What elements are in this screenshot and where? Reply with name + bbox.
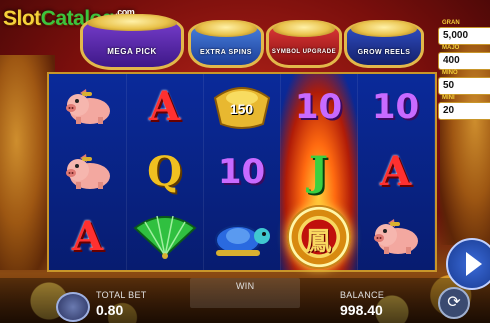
reel-column: 10 J 鳳 [280, 74, 358, 270]
pot-grow-reels: GROW REELS [344, 20, 424, 68]
total-bet-value: 0.80 [96, 302, 124, 318]
jackpot-mini-label: MINI [442, 95, 455, 101]
symbol-label: 10 [217, 151, 266, 192]
jackpot-panel: GRAN 5,000 MAJO 400 MINO 50 MINI 20 [432, 20, 490, 120]
watermark-slot: Slot [3, 7, 41, 30]
gold-rim [273, 21, 335, 37]
pot-label: EXTRA SPINS [200, 49, 252, 56]
symbol-10: 10 [357, 74, 434, 139]
autoplay-button[interactable]: ⟳ [438, 287, 470, 319]
symbol-a: A [357, 139, 434, 204]
jackpot-minor-value: 50 [438, 77, 490, 95]
symbol-q: Q [126, 139, 203, 204]
reel-column: 10 A [357, 74, 435, 270]
total-bet-label: TOTAL BET [96, 290, 147, 300]
reel-grid: A A Q 150 10 10 J 鳳 10 A [47, 72, 437, 272]
symbol-label: Q [147, 148, 182, 195]
bet-coins-button[interactable] [56, 292, 90, 322]
symbol-label: 10 [371, 86, 420, 127]
pot-symbol-upgrade: SYMBOL UPGRADE [266, 20, 342, 68]
coin-character: 鳳 [305, 225, 332, 256]
pot-mega-pick: MEGA PICK [80, 14, 184, 70]
symbol-label: J [309, 148, 328, 195]
pot-label: GROW REELS [357, 49, 411, 56]
pig-icon [49, 74, 126, 139]
symbol-label: 10 [294, 86, 343, 127]
phoenix-coin-icon: 鳳 [280, 204, 357, 269]
jackpot-minor-label: MINO [442, 70, 458, 76]
play-icon [466, 252, 482, 276]
fan-icon [126, 204, 203, 269]
reel-column: AQ [126, 74, 204, 270]
ingot-value: 150 [229, 100, 254, 117]
pot-extra-spins: EXTRA SPINS [188, 20, 264, 68]
gold-rim [195, 21, 257, 37]
jackpot-mini-value: 20 [438, 102, 490, 120]
jackpot-major-label: MAJO [442, 45, 460, 51]
symbol-label: A [148, 83, 181, 130]
gold-rim [87, 15, 177, 31]
symbol-label: A [379, 148, 412, 195]
turtle-icon [203, 204, 280, 269]
symbol-10: 10 [280, 74, 357, 139]
reel-column: 150 10 [203, 74, 281, 270]
pig-icon [357, 204, 434, 269]
symbol-label: A [71, 213, 104, 260]
symbol-a: A [126, 74, 203, 139]
jackpot-major-value: 400 [438, 52, 490, 70]
gold-ingot-icon: 150 [203, 74, 280, 139]
jackpot-grand-value: 5,000 [438, 27, 490, 45]
symbol-10: 10 [203, 139, 280, 204]
pig-icon [49, 139, 126, 204]
spin-button[interactable] [446, 238, 490, 290]
pot-label: SYMBOL UPGRADE [271, 49, 337, 55]
gold-rim [351, 21, 417, 37]
symbol-j: J [280, 139, 357, 204]
balance-value: 998.40 [340, 302, 383, 318]
symbol-a: A [49, 204, 126, 269]
balance-label: BALANCE [340, 290, 385, 300]
jackpot-grand-label: GRAN [442, 20, 460, 26]
pot-label: MEGA PICK [107, 47, 157, 56]
reel-column: A [49, 74, 127, 270]
refresh-icon: ⟳ [447, 294, 461, 311]
win-label: WIN [236, 281, 255, 291]
